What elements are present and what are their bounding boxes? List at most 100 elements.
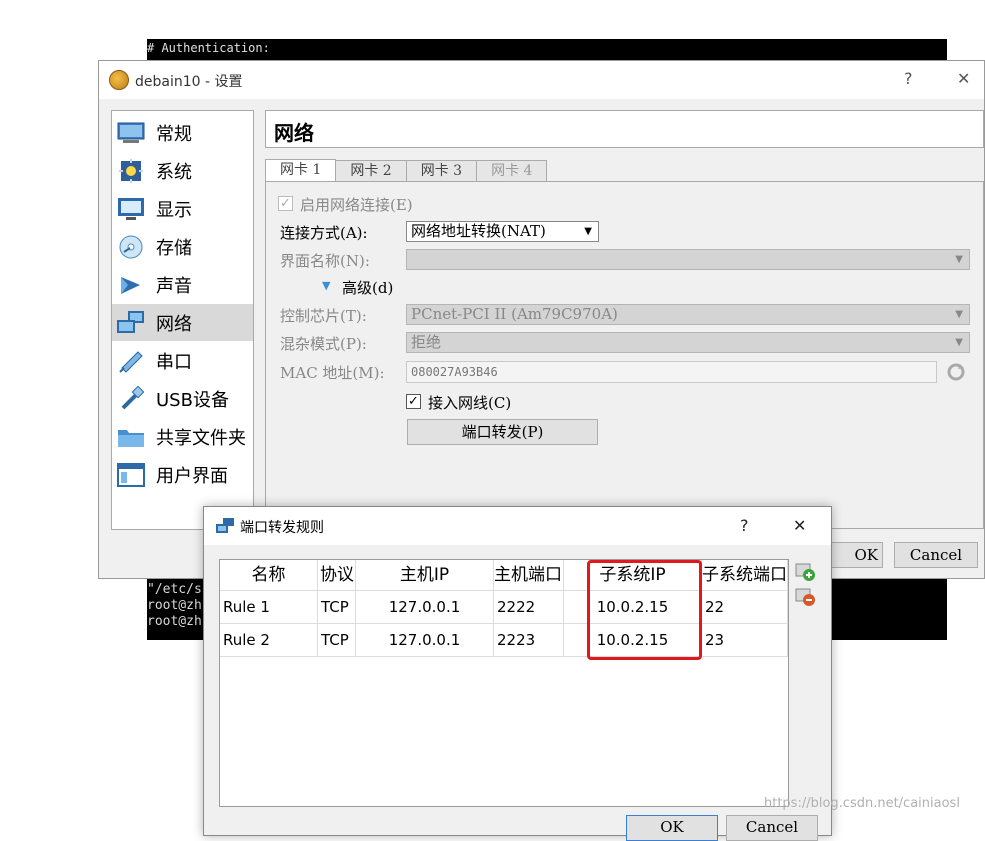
sidebar-item-general[interactable]: 常规 (112, 114, 253, 151)
sidebar-item-label: 系统 (156, 161, 192, 183)
chevron-down-icon: ▼ (955, 309, 963, 320)
sidebar-item-label: 声音 (156, 275, 192, 297)
sidebar-item-system[interactable]: 系统 (112, 152, 253, 189)
sidebar-item-label: 串口 (156, 351, 192, 373)
table-cell[interactable]: 23 (702, 624, 788, 657)
page-title: 网络 (265, 110, 984, 148)
network-icon (215, 517, 235, 539)
dialog-ok-button[interactable]: OK (626, 815, 718, 841)
guest-ip-highlight (587, 560, 702, 660)
help-button[interactable]: ? (904, 69, 913, 88)
table-cell[interactable]: 127.0.0.1 (356, 624, 494, 657)
ok-button[interactable]: OK (823, 542, 883, 568)
serial-icon (116, 348, 146, 374)
attached-to-label: 连接方式(A): (280, 224, 368, 242)
terminal-line: root@zh (147, 614, 202, 629)
shared-folder-icon (116, 424, 146, 450)
sidebar-item-audio[interactable]: 声音 (112, 266, 253, 303)
rules-table: 名称 协议 主机IP 主机端口 子系统IP 子系统端口 Rule 1 TCP 1… (219, 559, 789, 807)
sidebar-item-label: 共享文件夹 (156, 427, 246, 449)
terminal-line: "/etc/s (147, 582, 202, 597)
tab-adapter-2[interactable]: 网卡 2 (335, 160, 407, 182)
dialog-title: 端口转发规则 (240, 520, 324, 536)
user-interface-icon (116, 462, 146, 488)
table-cell[interactable]: 22 (702, 591, 788, 624)
promiscuous-value: 拒绝 (411, 333, 442, 351)
interface-name-select[interactable]: ▼ (406, 249, 970, 270)
refresh-mac-icon[interactable] (946, 362, 966, 386)
sidebar-item-label: USB设备 (156, 389, 229, 411)
sidebar-item-network[interactable]: 网络 (112, 304, 253, 341)
mac-label: MAC 地址(M): (280, 364, 385, 382)
adapter-type-value: PCnet-PCI II (Am79C970A) (411, 305, 618, 323)
port-forwarding-button[interactable]: 端口转发(P) (407, 419, 598, 445)
sidebar-item-storage[interactable]: 存储 (112, 228, 253, 265)
table-cell[interactable]: 2222 (494, 591, 564, 624)
table-cell[interactable]: TCP (318, 624, 356, 657)
network-icon (116, 310, 146, 336)
adapter-tabs: 网卡 1 网卡 2 网卡 3 网卡 4 (265, 159, 548, 182)
sidebar-item-label: 存储 (156, 237, 192, 259)
attached-to-select[interactable]: 网络地址转换(NAT) ▼ (406, 221, 599, 242)
settings-title: debain10 - 设置 (135, 74, 243, 90)
settings-sidebar: 常规 系统 显示 存储 声音 网络 串口 USB设备 共享文件夹 用户界面 (111, 110, 254, 530)
sidebar-item-display[interactable]: 显示 (112, 190, 253, 227)
column-header-name[interactable]: 名称 (220, 560, 318, 591)
table-cell[interactable]: Rule 2 (220, 624, 318, 657)
expand-triangle-icon[interactable]: ▼ (322, 279, 330, 292)
port-forward-dialog: 端口转发规则 ? ✕ 名称 协议 主机IP 主机端口 子系统IP 子系统端口 R… (203, 506, 832, 841)
chevron-down-icon: ▼ (584, 226, 592, 237)
adapter-type-label: 控制芯片(T): (280, 307, 367, 325)
sidebar-item-shared-folders[interactable]: 共享文件夹 (112, 418, 253, 455)
sidebar-item-serial[interactable]: 串口 (112, 342, 253, 379)
terminal-line: root@zh (147, 598, 202, 613)
usb-icon (116, 385, 146, 412)
cable-connected-label: 接入网线(C) (428, 394, 512, 412)
watermark: https://blog.csdn.net/cainiaosl (764, 796, 960, 811)
settings-window: debain10 - 设置 ? ✕ 常规 系统 显示 存储 声音 网络 串口 U… (98, 60, 985, 579)
sidebar-item-user-interface[interactable]: 用户界面 (112, 456, 253, 493)
promiscuous-select[interactable]: 拒绝 ▼ (406, 332, 970, 353)
cancel-button[interactable]: Cancel (894, 542, 978, 568)
advanced-toggle[interactable]: 高级(d) (342, 277, 393, 298)
dialog-close-button[interactable]: ✕ (793, 516, 806, 535)
enable-adapter-checkbox[interactable]: ✓ (278, 196, 293, 211)
chevron-down-icon: ▼ (955, 254, 963, 265)
column-header-host-port[interactable]: 主机端口 (494, 560, 564, 591)
cable-connected-checkbox[interactable]: ✓ (406, 394, 421, 409)
sidebar-item-label: 显示 (156, 199, 192, 221)
table-cell[interactable]: Rule 1 (220, 591, 318, 624)
storage-icon (116, 234, 146, 260)
dialog-help-button[interactable]: ? (740, 516, 749, 535)
tab-adapter-1[interactable]: 网卡 1 (265, 159, 337, 182)
table-cell[interactable]: 2223 (494, 624, 564, 657)
general-icon (116, 120, 146, 146)
tab-adapter-4[interactable]: 网卡 4 (476, 160, 548, 182)
audio-icon (116, 272, 146, 298)
dialog-cancel-button[interactable]: Cancel (726, 815, 818, 841)
chevron-down-icon: ▼ (955, 337, 963, 348)
column-header-guest-port[interactable]: 子系统端口 (702, 560, 788, 591)
mac-address-field[interactable]: 080027A93B46 (406, 361, 937, 383)
enable-adapter-label: 启用网络连接(E) (300, 196, 413, 214)
adapter-panel: ✓ 启用网络连接(E) 连接方式(A): 网络地址转换(NAT) ▼ 界面名称(… (265, 181, 984, 529)
table-cell[interactable]: TCP (318, 591, 356, 624)
attached-to-value: 网络地址转换(NAT) (411, 222, 546, 240)
close-button[interactable]: ✕ (957, 69, 970, 88)
sidebar-item-usb[interactable]: USB设备 (112, 380, 253, 417)
add-rule-icon[interactable] (794, 562, 816, 582)
adapter-type-select[interactable]: PCnet-PCI II (Am79C970A) ▼ (406, 304, 970, 325)
sidebar-item-label: 用户界面 (156, 465, 228, 487)
system-icon (116, 158, 146, 184)
sidebar-item-label: 网络 (156, 313, 192, 335)
tab-adapter-3[interactable]: 网卡 3 (405, 160, 478, 182)
terminal-top: # Authentication: (147, 39, 947, 61)
dialog-titlebar: 端口转发规则 ? ✕ (204, 507, 831, 545)
display-icon (116, 196, 146, 222)
column-header-host-ip[interactable]: 主机IP (356, 560, 494, 591)
remove-rule-icon[interactable] (794, 587, 816, 607)
column-header-protocol[interactable]: 协议 (318, 560, 356, 591)
settings-titlebar: debain10 - 设置 ? ✕ (99, 61, 984, 99)
virtualbox-icon (109, 70, 129, 90)
table-cell[interactable]: 127.0.0.1 (356, 591, 494, 624)
